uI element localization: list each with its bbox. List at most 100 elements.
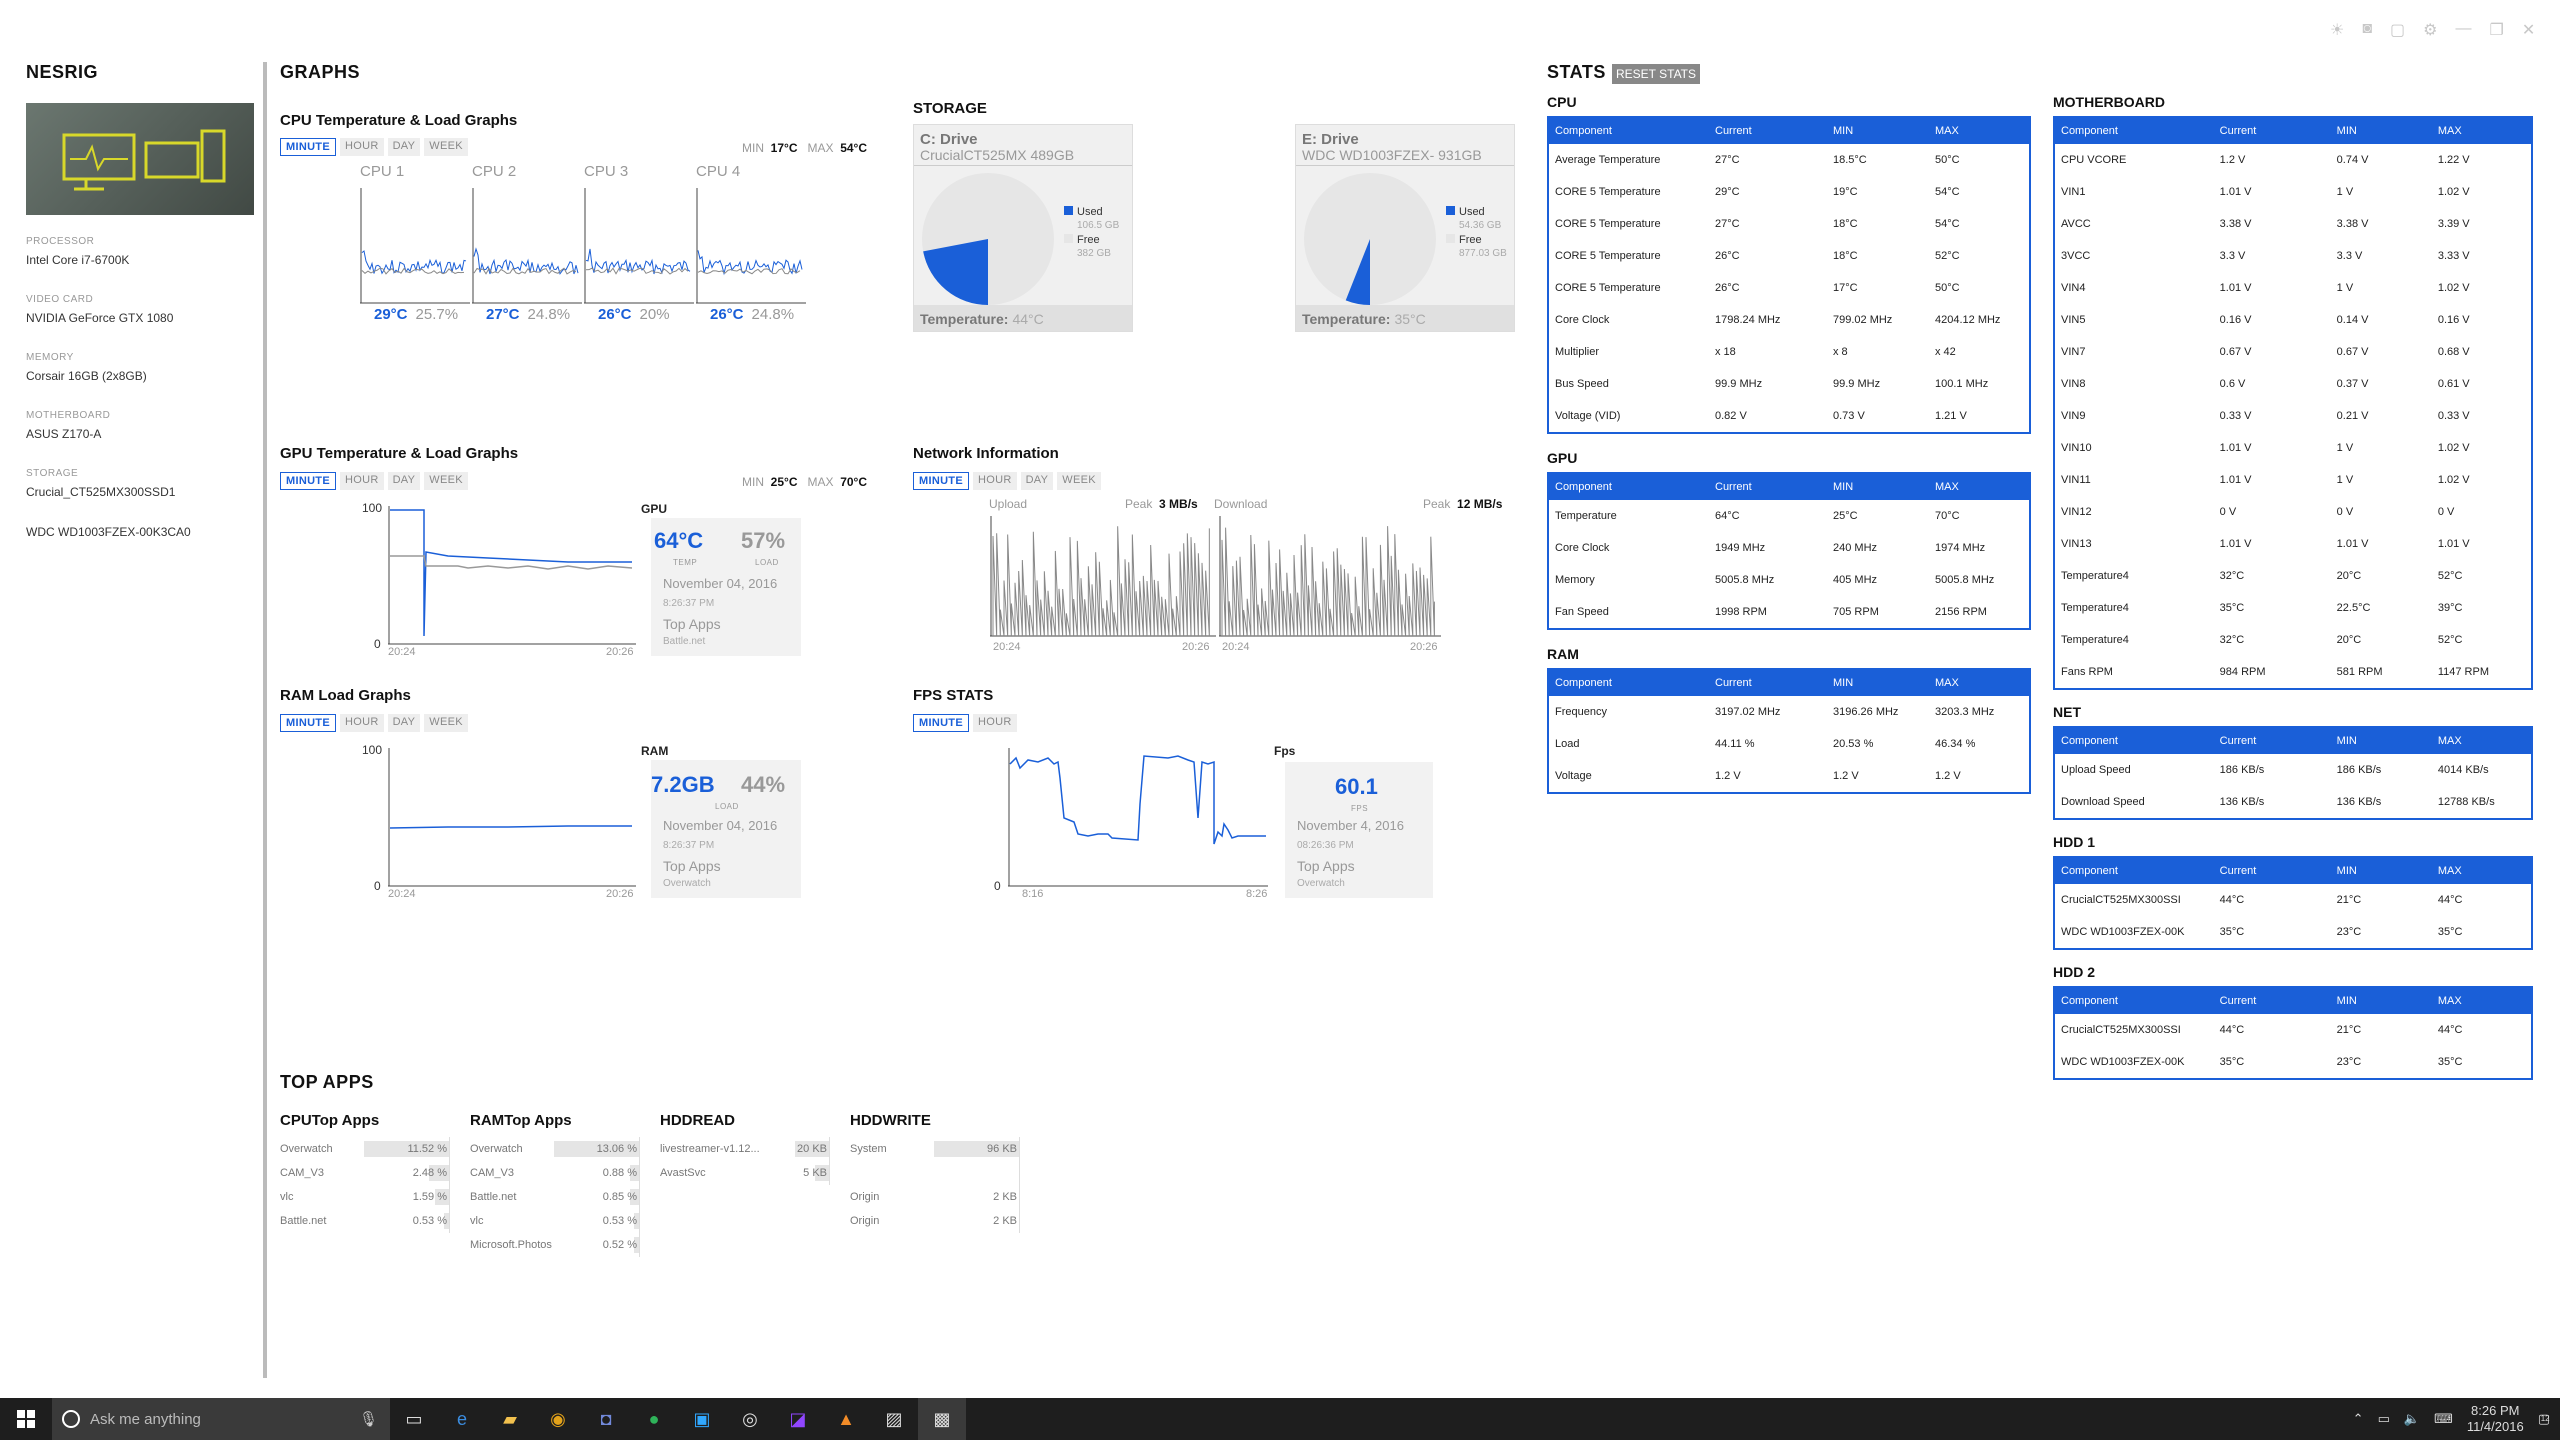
reset-stats-button[interactable]: RESET STATS [1612,64,1701,84]
drive-name: C: Drive [920,131,978,148]
search-box[interactable]: Ask me anything 🎙 [52,1398,390,1440]
notification-icon[interactable]: ▢ 12 [2538,1411,2550,1427]
stats-cell: 1.2 V [1935,770,1961,782]
stats-cell: Core Clock [1555,314,1610,326]
gear-icon[interactable]: ⚙ [2423,20,2437,40]
top-apps-column: HDDWRITE System 96 KB Origin 2 KB Origin 2 KB [850,1112,1020,1233]
spec-value: Intel Core i7-6700K [26,253,130,267]
ram-load-line [389,825,632,829]
stats-table-header: Component Current MIN MAX [2055,988,2531,1014]
camera-icon[interactable]: ◙ [2362,20,2372,40]
chrome-icon[interactable]: ◉ [534,1398,582,1440]
stats-cell: 3VCC [2061,250,2091,262]
tab-minute[interactable]: MINUTE [913,714,969,732]
column-header: Component [1555,481,1612,493]
notification-count: 12 [2540,1414,2550,1423]
tab-week[interactable]: WEEK [424,714,468,732]
monitor-app-icon[interactable]: ▩ [918,1398,966,1440]
keyboard-icon[interactable]: ⌨ [2434,1411,2453,1427]
clock[interactable]: 8:26 PM 11/4/2016 [2467,1403,2524,1435]
volume-icon[interactable]: 🔈 [2404,1411,2420,1427]
column-header: Current [2219,735,2257,747]
green-app-icon[interactable]: ● [630,1398,678,1440]
photos-icon[interactable]: ▨ [870,1398,918,1440]
stats-cell: 1.2 V [2219,154,2246,166]
tab-hour[interactable]: HOUR [339,138,384,156]
drive-temp-label: Temperature: [920,311,1009,327]
tab-minute[interactable]: MINUTE [280,714,336,732]
stats-cell: 21°C [2336,894,2362,906]
network-icon[interactable]: ▭ [2378,1411,2390,1427]
close-icon[interactable]: ✕ [2522,20,2535,40]
top-app-row: Microsoft.Photos 0.52 % [470,1233,639,1257]
cpu-core-label: CPU 3 [584,163,629,180]
cpu-core-chart [472,188,582,304]
stats-cell: 26°C [1715,250,1740,262]
tab-week[interactable]: WEEK [424,138,468,156]
stats-cell: 1.21 V [1935,410,1967,422]
stats-table-header: Component Current MIN MAX [1549,474,2029,500]
cpu-core-chart [584,188,694,304]
app-value: 0.53 % [412,1215,447,1227]
microphone-icon[interactable]: 🎙 [359,1410,378,1428]
gpu-minmax: MIN 25°C MAX 70°C [742,475,867,489]
window-controls: ☀ ◙ ▢ ⚙ — ❐ ✕ [2330,20,2535,40]
stats-row: CORE 5 Temperature 26°C 17°C 50°C [1549,272,2029,304]
legend-used-value: 106.5 GB [1077,220,1120,231]
column-header: MAX [1935,481,1959,493]
tab-hour[interactable]: HOUR [972,472,1017,490]
top-apps-column: HDDREAD livestreamer-v1.12... 20 KB AvastSv… [660,1112,830,1185]
legend-used-swatch [1446,206,1455,215]
ram-used-value: 7.2GB [651,772,715,797]
download-x-end: 20:26 [1410,641,1438,653]
square-icon[interactable]: ▢ [2390,20,2405,40]
photoshop-icon[interactable]: ▣ [678,1398,726,1440]
stats-row: Temperature 64°C 25°C 70°C [1549,500,2029,532]
top-apps-list: Overwatch 13.06 % CAM_V3 0.88 % Battle.net 0.… [470,1137,640,1257]
tab-day[interactable]: DAY [387,714,421,732]
tab-minute[interactable]: MINUTE [280,472,336,490]
brightness-icon[interactable]: ☀ [2330,20,2344,40]
tab-day[interactable]: DAY [387,138,421,156]
windows-start-icon[interactable] [0,1398,52,1440]
vlc-icon[interactable]: ▲ [822,1398,870,1440]
ubisoft-icon[interactable]: ◎ [726,1398,774,1440]
twitch-icon[interactable]: ◪ [774,1398,822,1440]
minimize-icon[interactable]: — [2455,20,2471,40]
chevron-up-icon[interactable]: ⌃ [2353,1411,2364,1427]
spec-label: PROCESSOR [26,236,95,247]
storage-title: STORAGE [913,100,987,117]
spec-value: Corsair 16GB (2x8GB) [26,369,147,383]
tab-week[interactable]: WEEK [424,472,468,490]
stats-table-title: HDD 1 [2053,834,2096,850]
task-view-icon[interactable]: ▭ [390,1398,438,1440]
ram-x-end: 20:26 [606,888,634,900]
file-explorer-icon[interactable]: ▰ [486,1398,534,1440]
stats-cell: 0.67 V [2219,346,2252,358]
discord-icon[interactable]: ◘ [582,1398,630,1440]
cpu-core-load: 24.8% [751,306,795,323]
stats-row: Core Clock 1949 MHz 240 MHz 1974 MHz [1549,532,2029,564]
gpu-y-bottom: 0 [374,637,381,651]
tab-hour[interactable]: HOUR [972,714,1017,732]
maximize-icon[interactable]: ❐ [2489,20,2503,40]
storage-drive-card: C: Drive CrucialCT525MX 489GB Used 106.5 GB… [913,124,1133,332]
app-value: 2 KB [993,1215,1017,1227]
stats-table: Component Current MIN MAX CrucialCT525MX300S… [2053,856,2533,950]
tab-day[interactable]: DAY [1020,472,1054,490]
tab-hour[interactable]: HOUR [339,714,384,732]
tab-hour[interactable]: HOUR [339,472,384,490]
edge-icon[interactable]: e [438,1398,486,1440]
tab-minute[interactable]: MINUTE [913,472,969,490]
min-label: MIN [742,475,764,489]
tab-minute[interactable]: MINUTE [280,138,336,156]
stats-cell: 26°C [1715,282,1740,294]
cpu-core-chart [360,188,470,304]
drive-temp-value: 35°C [1394,311,1426,327]
stats-cell: 1 V [2336,282,2354,294]
cpu-temp-line [361,267,465,275]
tab-week[interactable]: WEEK [1057,472,1101,490]
tab-day[interactable]: DAY [387,472,421,490]
stats-cell: 3.3 V [2336,250,2363,262]
stats-cell: 1.22 V [2437,154,2470,166]
